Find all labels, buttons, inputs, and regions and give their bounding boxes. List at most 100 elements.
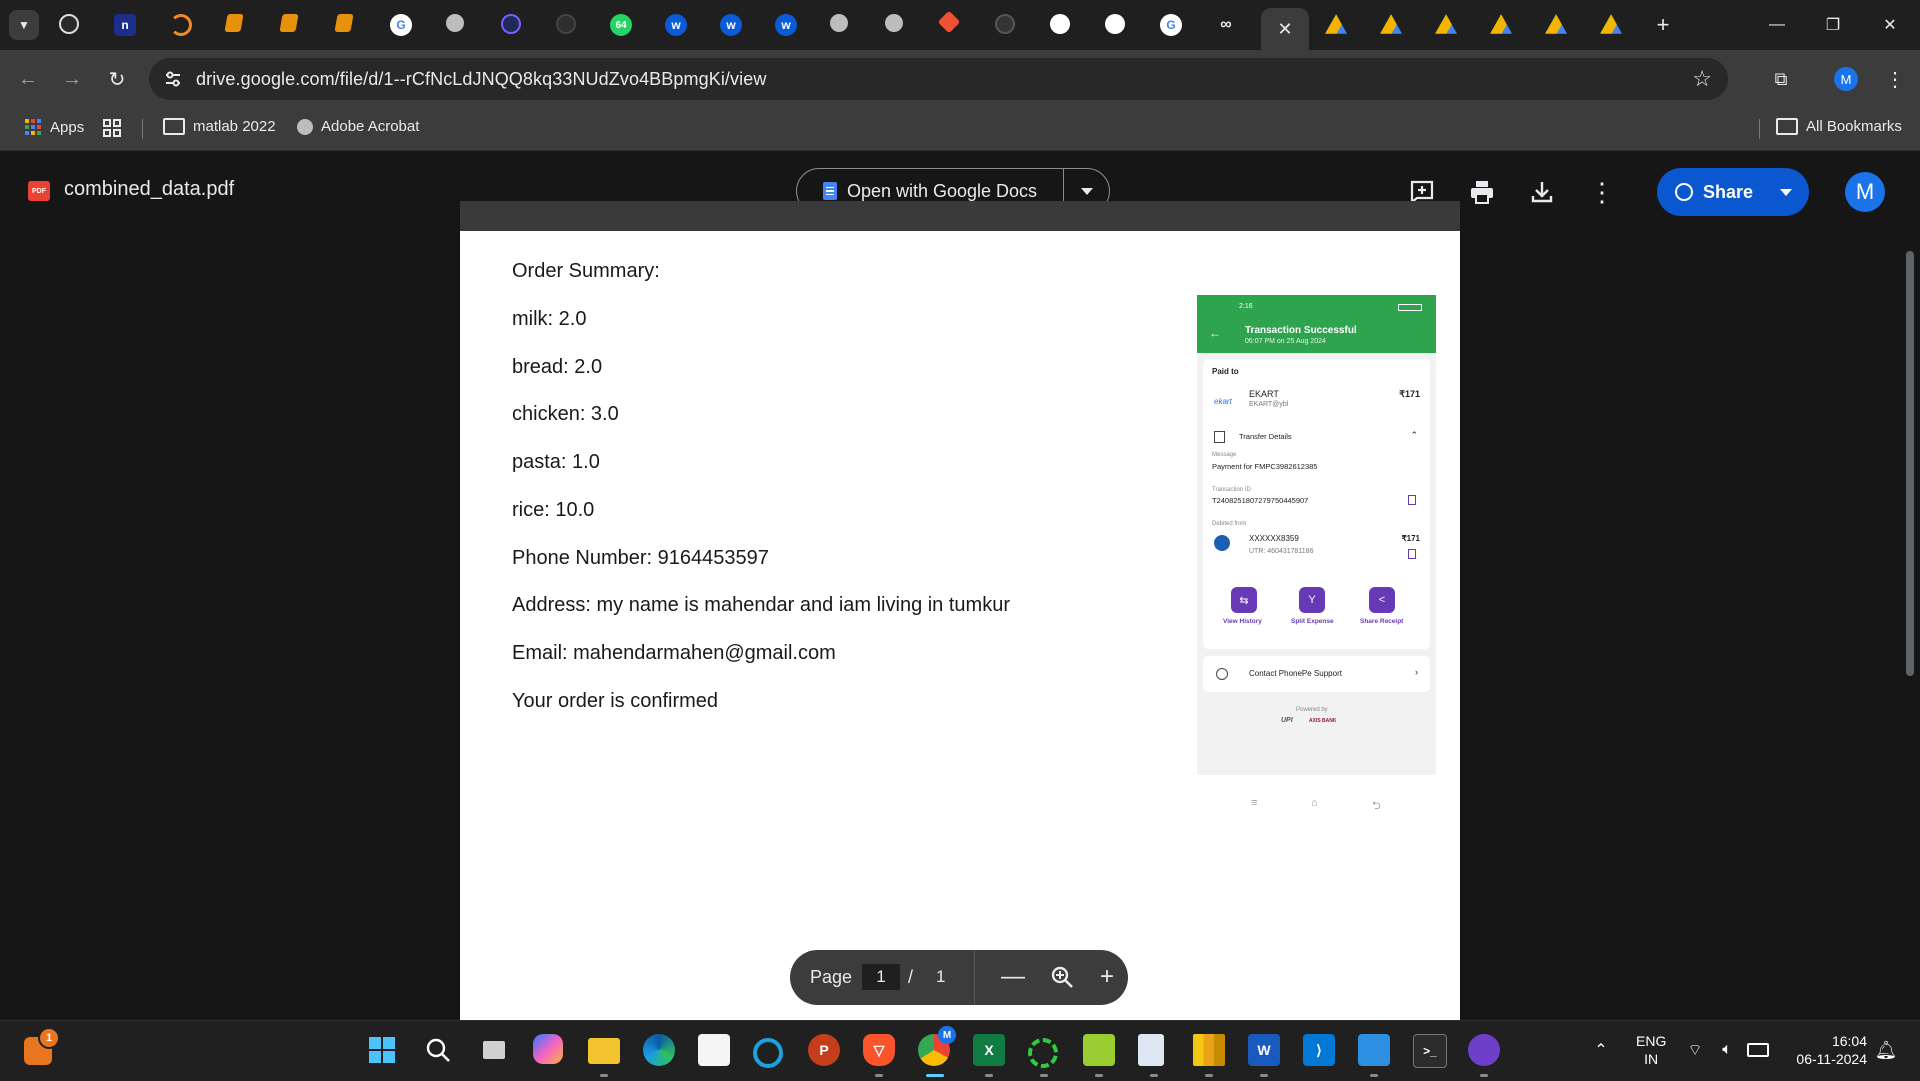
txn-label: Transaction ID: [1212, 487, 1251, 493]
zoom-button[interactable]: [1047, 962, 1077, 992]
file-explorer-app[interactable]: [588, 1038, 620, 1064]
download-button[interactable]: [1528, 178, 1556, 206]
minus-icon: —: [1001, 963, 1025, 990]
tab-github-3[interactable]: [1105, 14, 1125, 34]
tab-book-1[interactable]: [224, 14, 244, 32]
tab-drive-5[interactable]: [1545, 14, 1567, 34]
close-window-button[interactable]: ✕: [1875, 12, 1905, 38]
cortana-app[interactable]: [753, 1038, 783, 1068]
app-editor[interactable]: [1083, 1034, 1115, 1066]
address-bar[interactable]: drive.google.com/file/d/1--rCfNcLdJNQQ8k…: [149, 58, 1728, 100]
github-desktop-app[interactable]: [1468, 1034, 1500, 1066]
tab-chatgpt[interactable]: [59, 14, 79, 34]
reload-button[interactable]: ↻: [102, 64, 132, 94]
tab-github-dim[interactable]: [556, 14, 576, 34]
share-main[interactable]: Share: [1675, 168, 1753, 216]
tab-groups-button[interactable]: [102, 118, 122, 138]
all-bookmarks[interactable]: All Bookmarks: [1776, 118, 1902, 135]
zoom-in-button[interactable]: +: [1092, 962, 1122, 992]
tab-globe-2[interactable]: [830, 14, 848, 32]
print-button[interactable]: [1468, 178, 1496, 206]
tab-google-1[interactable]: G: [390, 14, 412, 36]
search-button[interactable]: [422, 1034, 454, 1066]
notification-bell-icon[interactable]: 🔔︎: [1870, 1034, 1902, 1066]
new-tab-button[interactable]: +: [1652, 12, 1674, 37]
app-notepad[interactable]: [1138, 1034, 1164, 1066]
tab-active-close[interactable]: ✕: [1261, 8, 1309, 50]
restore-button[interactable]: ❐: [1818, 12, 1848, 38]
more-actions-button[interactable]: ⋮: [1588, 177, 1616, 207]
tab-drive-6[interactable]: [1600, 14, 1622, 34]
clock[interactable]: 16:04 06-11-2024: [1785, 1032, 1867, 1068]
tab-webex-1[interactable]: w: [665, 14, 687, 36]
wifi-icon[interactable]: ⌔: [1679, 1034, 1711, 1066]
chrome-app[interactable]: M: [918, 1026, 956, 1066]
status-time: 2:16: [1239, 303, 1253, 310]
back-button[interactable]: ←: [13, 64, 43, 94]
battery-icon[interactable]: [1742, 1034, 1774, 1066]
tab-dark[interactable]: [501, 14, 521, 34]
tab-book-2[interactable]: [279, 14, 299, 32]
powerpoint-app[interactable]: P: [808, 1034, 840, 1066]
page-number-input[interactable]: 1: [862, 964, 900, 990]
tab-drive-4[interactable]: [1490, 14, 1512, 34]
url-text[interactable]: drive.google.com/file/d/1--rCfNcLdJNQQ8k…: [196, 69, 766, 90]
zoom-out-button[interactable]: —: [998, 962, 1028, 992]
bookmark-star-icon[interactable]: ☆: [1692, 66, 1712, 92]
account-avatar[interactable]: M: [1845, 172, 1885, 212]
google-docs-icon: [822, 182, 837, 200]
brave-app[interactable]: ▽: [863, 1034, 895, 1066]
tab-webex-3[interactable]: w: [775, 14, 797, 36]
site-info-icon[interactable]: [163, 69, 183, 89]
bookmark-apps[interactable]: Apps: [24, 118, 84, 136]
tab-drive-3[interactable]: [1435, 14, 1457, 34]
start-button[interactable]: [366, 1034, 398, 1066]
tab-link[interactable]: ∞: [1215, 14, 1237, 36]
browser-menu-button[interactable]: ⋮: [1880, 64, 1910, 94]
tab-loader[interactable]: [170, 14, 192, 36]
tab-github-2[interactable]: [1050, 14, 1070, 34]
tab-drive-1[interactable]: [1325, 14, 1347, 34]
close-icon[interactable]: ✕: [1277, 19, 1292, 40]
terminal-app[interactable]: >_: [1413, 1034, 1447, 1068]
extensions-button[interactable]: ⧉: [1766, 64, 1796, 94]
tab-google-2[interactable]: G: [1160, 14, 1182, 36]
app-green-ring[interactable]: [1028, 1038, 1058, 1068]
language-indicator[interactable]: ENG IN: [1636, 1032, 1666, 1068]
volume-icon[interactable]: 🔈︎: [1711, 1034, 1743, 1066]
copilot-app[interactable]: [533, 1034, 563, 1064]
store-app[interactable]: [698, 1034, 730, 1066]
bookmark-label: All Bookmarks: [1806, 118, 1902, 135]
vscode-app[interactable]: ⟩: [1303, 1034, 1335, 1066]
grid-icon: [103, 119, 121, 137]
tab-git[interactable]: [937, 10, 961, 34]
share-dropdown[interactable]: [1773, 168, 1799, 216]
tab-drive-2[interactable]: [1380, 14, 1402, 34]
tab-whatsapp[interactable]: 64: [610, 14, 632, 36]
word-app[interactable]: W: [1248, 1034, 1280, 1066]
excel-app[interactable]: X: [973, 1034, 1005, 1066]
profile-button[interactable]: M: [1831, 64, 1861, 94]
task-view-button[interactable]: [478, 1034, 510, 1066]
page-total: 1: [936, 967, 946, 986]
tab-webex-2[interactable]: w: [720, 14, 742, 36]
tab-book-3[interactable]: [334, 14, 354, 32]
tab-github-1[interactable]: [995, 14, 1015, 34]
share-button[interactable]: Share: [1657, 168, 1809, 216]
power-bi-app[interactable]: [1193, 1034, 1225, 1066]
receipt-header: 2:16 ← Transaction Successful 06:07 PM o…: [1197, 295, 1436, 353]
forward-button[interactable]: →: [57, 64, 87, 94]
tab-globe-1[interactable]: [446, 14, 464, 32]
tab-globe-3[interactable]: [885, 14, 903, 32]
edge-app[interactable]: [643, 1034, 675, 1066]
minimize-button[interactable]: —: [1762, 12, 1792, 38]
tab-n[interactable]: n: [114, 14, 136, 36]
scrollbar[interactable]: [1906, 251, 1914, 676]
show-hidden-icons[interactable]: ⌃: [1585, 1034, 1617, 1066]
bookmark-matlab[interactable]: matlab 2022: [163, 118, 276, 135]
tab-search-button[interactable]: ▼: [9, 10, 39, 40]
bookmark-acrobat[interactable]: Adobe Acrobat: [297, 118, 419, 135]
folder-icon: [163, 118, 185, 135]
paint-app[interactable]: [1358, 1034, 1390, 1066]
widgets-button[interactable]: 1: [24, 1027, 60, 1065]
